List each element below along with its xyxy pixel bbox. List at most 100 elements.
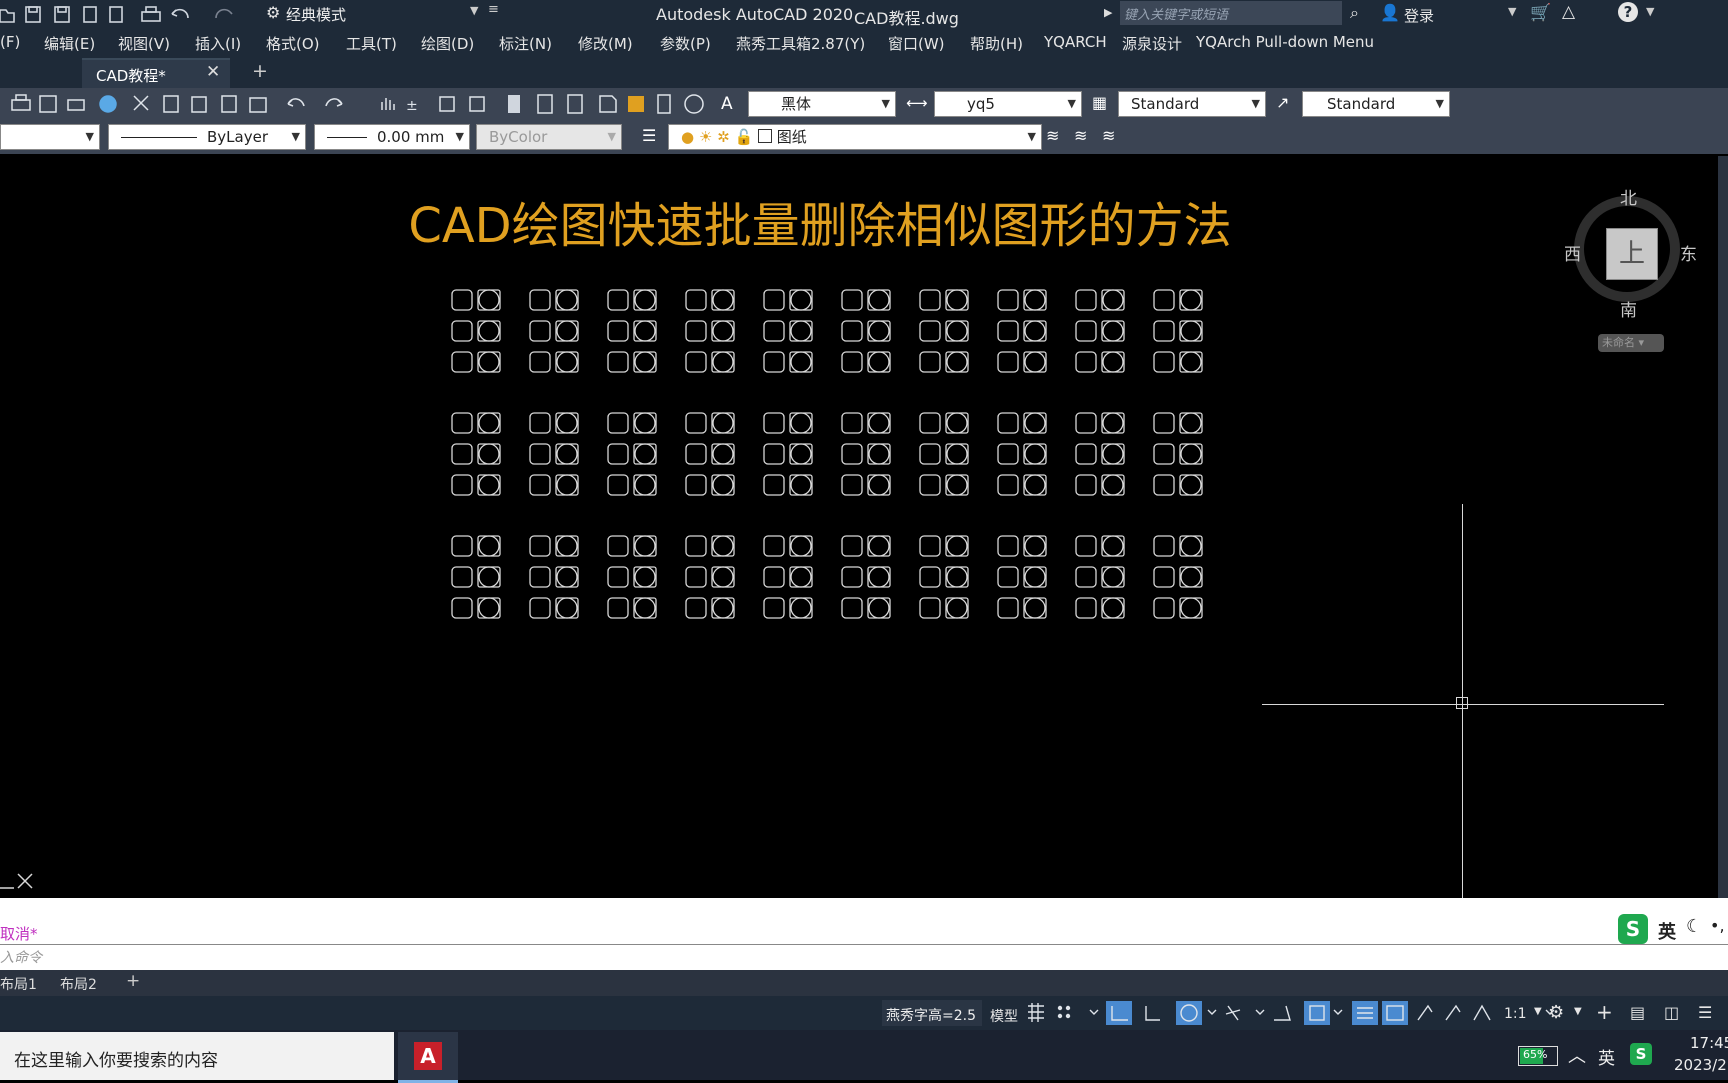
circle-shape[interactable] — [868, 351, 890, 373]
square-circle-pair[interactable] — [841, 566, 891, 588]
square-circle-pair[interactable] — [997, 566, 1047, 588]
circle-shape[interactable] — [556, 443, 578, 465]
circle-shape[interactable] — [790, 535, 812, 557]
gear-icon[interactable]: ⚙ — [266, 3, 280, 22]
square-circle-pair[interactable] — [1075, 351, 1125, 373]
circle-shape[interactable] — [1180, 351, 1202, 373]
square-circle-pair[interactable] — [997, 289, 1047, 311]
circle-shape[interactable] — [712, 566, 734, 588]
circle-shape[interactable] — [1024, 289, 1046, 311]
compass-west[interactable]: 西 — [1564, 240, 1581, 265]
tab-layout1[interactable]: 布局1 — [0, 974, 37, 994]
square-circle-pair[interactable] — [1153, 474, 1203, 496]
square-shape[interactable] — [529, 351, 551, 373]
circle-shape[interactable] — [790, 597, 812, 619]
square-shape[interactable] — [607, 443, 629, 465]
circle-shape[interactable] — [790, 351, 812, 373]
cart-icon[interactable]: 🛒 — [1530, 3, 1551, 23]
square-shape[interactable] — [685, 443, 707, 465]
square-circle-pair[interactable] — [529, 443, 579, 465]
square-circle-pair[interactable] — [685, 289, 735, 311]
square-circle-pair[interactable] — [763, 351, 813, 373]
square-circle-pair[interactable] — [529, 351, 579, 373]
circle-shape[interactable] — [1102, 566, 1124, 588]
square-shape[interactable] — [997, 566, 1019, 588]
square-circle-pair[interactable] — [919, 320, 969, 342]
compass-south[interactable]: 南 — [1620, 296, 1637, 321]
square-shape[interactable] — [841, 351, 863, 373]
square-circle-pair[interactable] — [451, 474, 501, 496]
square-shape[interactable] — [607, 351, 629, 373]
clock-time[interactable]: 17:45 — [1690, 1034, 1728, 1052]
square-shape[interactable] — [841, 289, 863, 311]
tray-ime-label[interactable]: 英 — [1598, 1044, 1615, 1069]
square-circle-pair[interactable] — [1153, 535, 1203, 557]
drawing-canvas[interactable]: CAD绘图快速批量删除相似图形的方法 上 北 南 西 东 未命名 ▾ — [0, 156, 1718, 898]
square-circle-pair[interactable] — [763, 535, 813, 557]
square-shape[interactable] — [1075, 289, 1097, 311]
circle-shape[interactable] — [1102, 351, 1124, 373]
square-circle-pair[interactable] — [607, 351, 657, 373]
circle-shape[interactable] — [634, 412, 656, 434]
square-shape[interactable] — [1075, 351, 1097, 373]
square-circle-pair[interactable] — [1075, 443, 1125, 465]
circle-shape[interactable] — [1180, 597, 1202, 619]
square-shape[interactable] — [451, 535, 473, 557]
square-circle-pair[interactable] — [685, 597, 735, 619]
close-icon[interactable]: ✕ — [206, 62, 220, 82]
menu-tools[interactable]: 工具(T) — [346, 33, 397, 54]
square-shape[interactable] — [1075, 412, 1097, 434]
circle-shape[interactable] — [946, 412, 968, 434]
square-circle-pair[interactable] — [919, 597, 969, 619]
chevron-down-icon[interactable]: ▼ — [1574, 1006, 1582, 1017]
circle-shape[interactable] — [1102, 289, 1124, 311]
circle-shape[interactable] — [712, 351, 734, 373]
square-circle-pair[interactable] — [1075, 566, 1125, 588]
square-shape[interactable] — [1153, 289, 1175, 311]
login-link[interactable]: 登录 — [1404, 5, 1434, 26]
circle-shape[interactable] — [712, 412, 734, 434]
square-circle-pair[interactable] — [841, 320, 891, 342]
square-shape[interactable] — [841, 443, 863, 465]
square-shape[interactable] — [1153, 412, 1175, 434]
quick-properties-icon[interactable]: ▤ — [1630, 1003, 1645, 1022]
battery-indicator[interactable]: 65% — [1518, 1046, 1558, 1066]
autodesk-a360-icon[interactable]: △ — [1562, 2, 1575, 22]
circle-shape[interactable] — [1180, 474, 1202, 496]
square-shape[interactable] — [919, 597, 941, 619]
menu-window[interactable]: 窗口(W) — [888, 33, 945, 54]
command-input[interactable]: 入命令 — [0, 947, 42, 967]
square-shape[interactable] — [919, 566, 941, 588]
square-shape[interactable] — [997, 289, 1019, 311]
menu-format[interactable]: 格式(O) — [266, 33, 320, 54]
square-circle-pair[interactable] — [997, 412, 1047, 434]
circle-shape[interactable] — [478, 351, 500, 373]
square-shape[interactable] — [1153, 320, 1175, 342]
square-circle-pair[interactable] — [685, 320, 735, 342]
square-circle-pair[interactable] — [841, 597, 891, 619]
circle-shape[interactable] — [1024, 597, 1046, 619]
square-circle-pair[interactable] — [997, 474, 1047, 496]
circle-shape[interactable] — [1024, 351, 1046, 373]
square-shape[interactable] — [997, 443, 1019, 465]
binoculars-icon[interactable]: ⌕ — [1350, 3, 1359, 23]
square-shape[interactable] — [763, 474, 785, 496]
circle-shape[interactable] — [556, 535, 578, 557]
square-shape[interactable] — [607, 566, 629, 588]
square-shape[interactable] — [763, 597, 785, 619]
menu-insert[interactable]: 插入(I) — [195, 33, 241, 54]
square-shape[interactable] — [997, 474, 1019, 496]
circle-shape[interactable] — [478, 566, 500, 588]
square-shape[interactable] — [997, 597, 1019, 619]
dimension-style-icon[interactable]: ⟷ — [906, 94, 928, 112]
chevron-down-icon[interactable]: ▼ — [1534, 1006, 1542, 1017]
layer-dropdown[interactable]: ● ☀ ✲ 🔓 图纸 ▼ — [668, 124, 1042, 150]
table-style-dropdown[interactable]: Standard ▼ — [1118, 91, 1266, 117]
circle-shape[interactable] — [634, 289, 656, 311]
circle-shape[interactable] — [556, 566, 578, 588]
square-circle-pair[interactable] — [1075, 412, 1125, 434]
square-circle-pair[interactable] — [919, 474, 969, 496]
square-shape[interactable] — [763, 320, 785, 342]
circle-shape[interactable] — [868, 412, 890, 434]
circle-shape[interactable] — [790, 412, 812, 434]
